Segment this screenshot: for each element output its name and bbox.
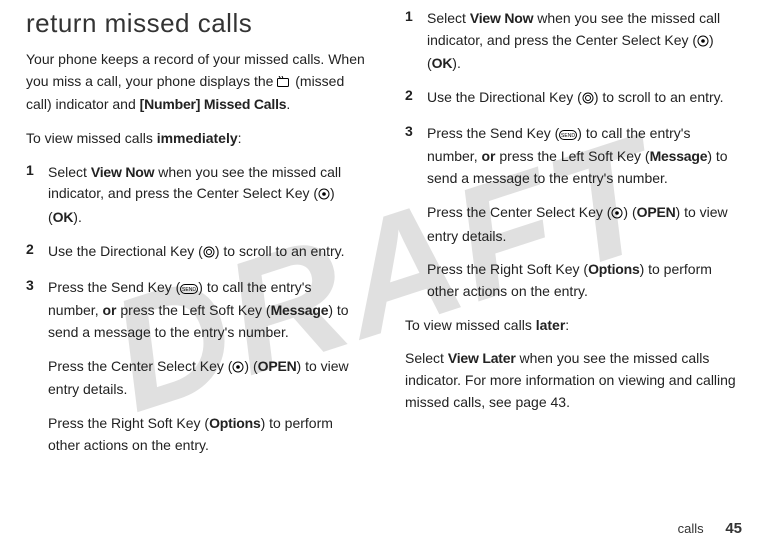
send-key-icon: SEND <box>180 279 198 301</box>
step-body: Select View Now when you see the missed … <box>427 8 744 75</box>
intro-paragraph: Your phone keeps a record of your missed… <box>26 49 365 116</box>
left-column: return missed calls Your phone keeps a r… <box>26 8 385 510</box>
message-label: Message <box>650 148 708 164</box>
step-body: Press the Send Key (SEND) to call the en… <box>48 277 365 344</box>
page-number: 45 <box>725 520 742 537</box>
page-content: return missed calls Your phone keeps a r… <box>0 0 770 510</box>
center-select-icon <box>232 358 244 380</box>
t: Press the Right Soft Key ( <box>427 261 588 277</box>
t: Select <box>427 10 470 26</box>
center-select-icon <box>697 32 709 54</box>
step-2: 2 Use the Directional Key ( ) to scroll t… <box>405 87 744 111</box>
page-title: return missed calls <box>26 8 365 39</box>
t: press the Left Soft Key ( <box>495 148 649 164</box>
later-bold: later <box>536 317 566 333</box>
step-number: 1 <box>405 8 427 75</box>
t: Press the Center Select Key ( <box>48 358 232 374</box>
t: ). <box>73 209 82 225</box>
view-immediately-prefix: To view missed calls <box>26 130 157 146</box>
step-number: 3 <box>405 123 427 190</box>
page-footer: calls 45 <box>678 520 742 537</box>
step-body: Press the Send Key (SEND) to call the en… <box>427 123 744 190</box>
or-label: or <box>102 302 116 318</box>
step-3: 3 Press the Send Key (SEND) to call the … <box>26 277 365 344</box>
view-now-label: View Now <box>470 10 534 26</box>
svg-text:SEND: SEND <box>561 133 575 139</box>
directional-key-icon <box>582 89 594 111</box>
options-detail: Press the Right Soft Key (Options) to pe… <box>427 259 744 302</box>
ok-label: OK <box>53 209 74 225</box>
open-detail: Press the Center Select Key () (OPEN) to… <box>427 202 744 247</box>
view-immediately-bold: immediately <box>157 130 238 146</box>
t: Select <box>48 164 91 180</box>
view-later-line: To view missed calls later: <box>405 315 744 337</box>
open-label: OPEN <box>258 358 297 374</box>
step-number: 3 <box>26 277 48 344</box>
intro-bold-label: [Number] Missed Calls <box>140 96 287 112</box>
step-number: 2 <box>26 241 48 265</box>
missed-call-icon <box>277 73 291 95</box>
svg-text:SEND: SEND <box>182 287 196 293</box>
step-1: 1 Select View Now when you see the misse… <box>26 162 365 229</box>
t: press the Left Soft Key ( <box>116 302 270 318</box>
view-immediately-suffix: : <box>238 130 242 146</box>
directional-key-icon <box>203 243 215 265</box>
t: Press the Send Key ( <box>427 125 559 141</box>
send-key-icon: SEND <box>559 125 577 147</box>
t: ) to scroll to an entry. <box>215 243 345 259</box>
t: ) to scroll to an entry. <box>594 89 724 105</box>
step-2: 2 Use the Directional Key ( ) to scroll t… <box>26 241 365 265</box>
t: Use the Directional Key ( <box>48 243 203 259</box>
t: Use the Directional Key ( <box>427 89 582 105</box>
view-later-body: Select View Later when you see the misse… <box>405 348 744 413</box>
footer-section: calls <box>678 521 704 536</box>
step-body: Select View Now when you see the missed … <box>48 162 365 229</box>
t: Press the Send Key ( <box>48 279 180 295</box>
ok-label: OK <box>432 55 453 71</box>
t: Select <box>405 350 448 366</box>
options-detail: Press the Right Soft Key (Options) to pe… <box>48 413 365 456</box>
t: Press the Center Select Key ( <box>427 204 611 220</box>
options-label: Options <box>588 261 639 277</box>
center-select-icon <box>611 204 623 226</box>
open-detail: Press the Center Select Key () (OPEN) to… <box>48 356 365 401</box>
later-prefix: To view missed calls <box>405 317 536 333</box>
step-number: 2 <box>405 87 427 111</box>
t: ) ( <box>244 358 257 374</box>
t: ) ( <box>623 204 636 220</box>
view-now-label: View Now <box>91 164 155 180</box>
step-body: Use the Directional Key ( ) to scroll to … <box>48 241 345 265</box>
step-number: 1 <box>26 162 48 229</box>
step-3: 3 Press the Send Key (SEND) to call the … <box>405 123 744 190</box>
step-1: 1 Select View Now when you see the misse… <box>405 8 744 75</box>
view-immediately-line: To view missed calls immediately: <box>26 128 365 150</box>
open-label: OPEN <box>637 204 676 220</box>
t: ). <box>452 55 461 71</box>
t: Press the Right Soft Key ( <box>48 415 209 431</box>
right-column: 1 Select View Now when you see the misse… <box>385 8 744 510</box>
options-label: Options <box>209 415 260 431</box>
later-suffix: : <box>565 317 569 333</box>
center-select-icon <box>318 185 330 207</box>
intro-text-3: . <box>286 96 290 112</box>
step-body: Use the Directional Key ( ) to scroll to … <box>427 87 724 111</box>
view-later-label: View Later <box>448 350 516 366</box>
message-label: Message <box>271 302 329 318</box>
or-label: or <box>481 148 495 164</box>
